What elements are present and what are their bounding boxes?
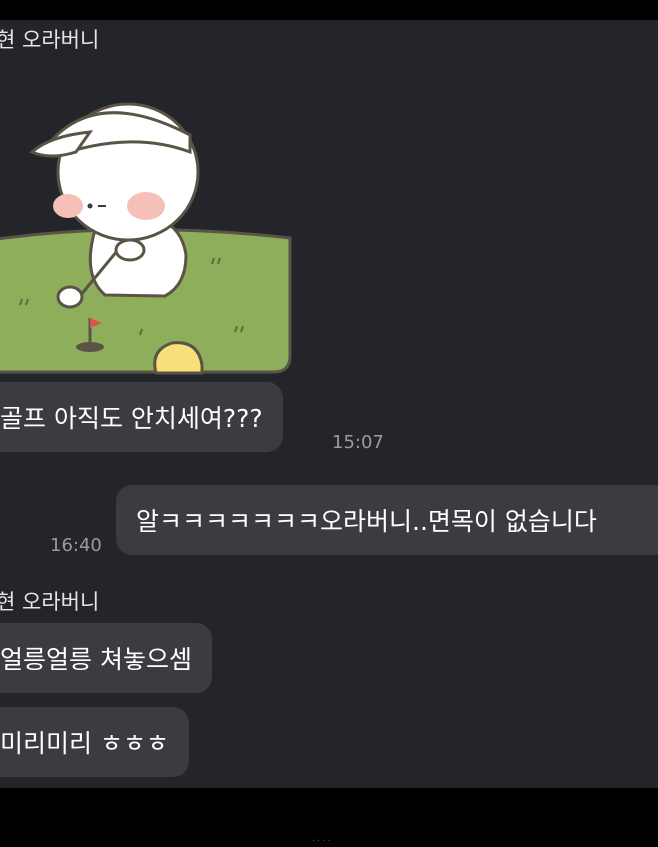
sender-name: 현 오라버니 (0, 28, 100, 52)
message-bubble[interactable]: 골프 아직도 안치세여??? (0, 382, 283, 452)
chat-window: 현 오라버니 골프 아직도 안치세여??? 15:07 알ㅋㅋㅋㅋㅋㅋㅋ오라버니… (0, 20, 658, 788)
bottom-indicator: ···· (312, 836, 333, 847)
my-message-bubble[interactable]: 알ㅋㅋㅋㅋㅋㅋㅋ오라버니..면목이 없습니다 (116, 485, 658, 555)
message-text: 골프 아직도 안치세여??? (0, 404, 263, 433)
sender-name: 현 오라버니 (0, 590, 100, 614)
message-time: 15:07 (332, 432, 384, 453)
message-bubble[interactable]: 얼릉얼릉 쳐놓으셈 (0, 623, 212, 693)
golf-character-sticker[interactable] (0, 60, 295, 375)
message-text: 얼릉얼릉 쳐놓으셈 (0, 645, 192, 674)
message-bubble[interactable]: 미리미리 ㅎㅎㅎ (0, 707, 189, 777)
message-text: 알ㅋㅋㅋㅋㅋㅋㅋ오라버니..면목이 없습니다 (136, 507, 597, 536)
message-time: 16:40 (50, 535, 102, 556)
message-text: 미리미리 ㅎㅎㅎ (0, 729, 169, 758)
